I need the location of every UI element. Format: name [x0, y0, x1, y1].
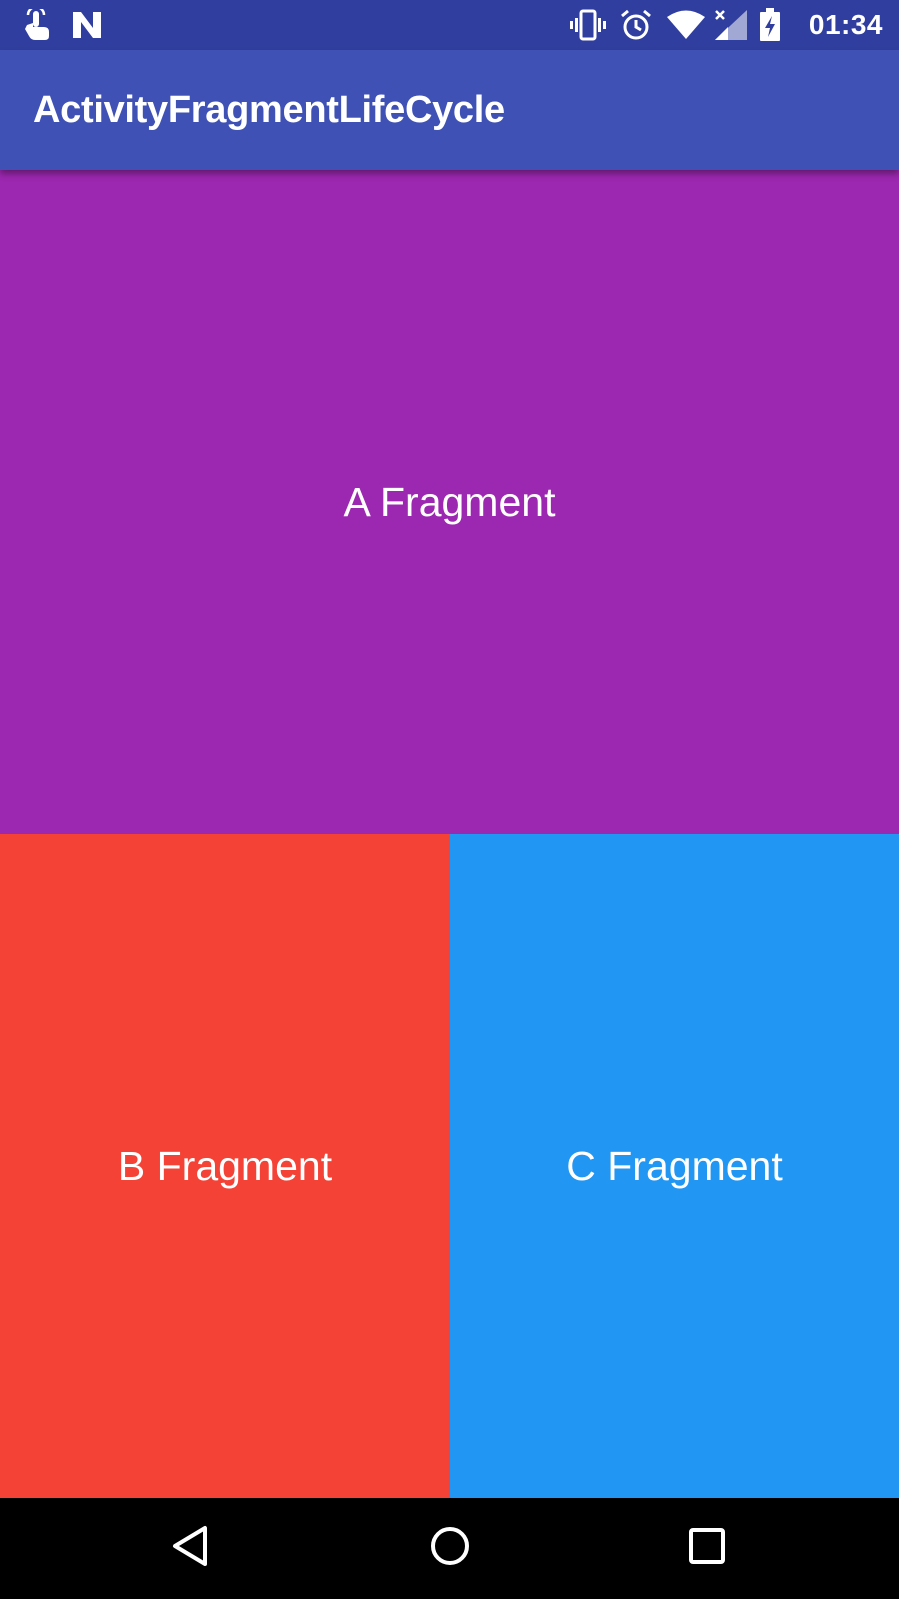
home-icon	[429, 1525, 471, 1572]
fragment-b-label: B Fragment	[117, 1142, 333, 1189]
vibrate-icon	[569, 9, 607, 41]
app-bar: ActivityFragmentLifeCycle	[0, 50, 899, 170]
navigation-bar	[0, 1498, 899, 1599]
wifi-icon	[663, 9, 709, 41]
fragment-b: B Fragment	[0, 834, 450, 1498]
n-notification-icon	[70, 9, 104, 41]
back-icon	[171, 1525, 211, 1572]
fragment-a: A Fragment	[0, 170, 899, 834]
recents-icon	[688, 1527, 726, 1570]
fragment-c-label: C Fragment	[566, 1142, 783, 1189]
home-button[interactable]	[390, 1498, 510, 1599]
status-bar: 01:34	[0, 0, 899, 50]
fragment-a-label: A Fragment	[343, 478, 556, 525]
app-title: ActivityFragmentLifeCycle	[33, 89, 505, 131]
touch-gesture-icon	[20, 9, 54, 41]
recents-button[interactable]	[647, 1498, 767, 1599]
back-button[interactable]	[131, 1498, 251, 1599]
fragment-c: C Fragment	[450, 834, 899, 1498]
alarm-icon	[617, 9, 655, 41]
status-clock: 01:34	[808, 9, 883, 40]
cellular-no-signal-icon	[713, 9, 749, 41]
battery-charging-icon	[757, 8, 783, 41]
